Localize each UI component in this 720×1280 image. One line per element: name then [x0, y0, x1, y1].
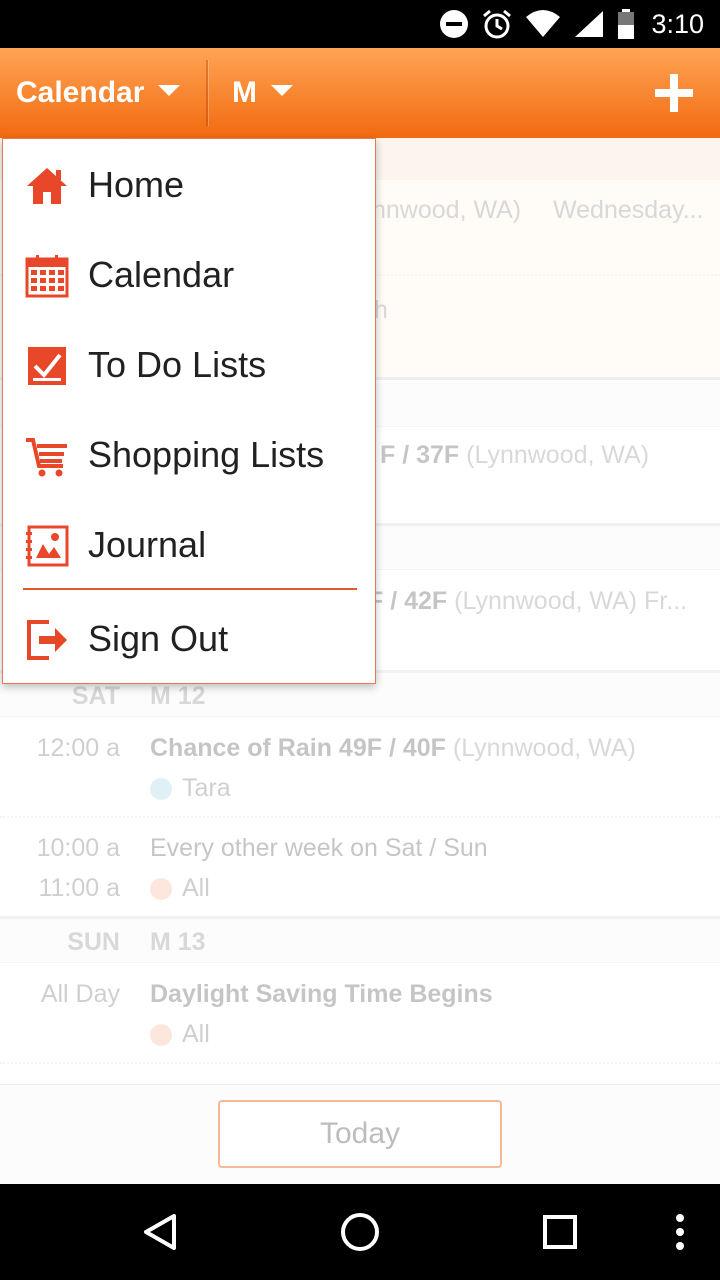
day-name: SUN [67, 928, 120, 956]
navigation-menu: Home Calendar To Do Lists Shopping Lists… [2, 138, 376, 684]
cart-icon [26, 438, 67, 477]
event-separator [0, 1062, 720, 1064]
status-icons: 3:10 [439, 0, 704, 48]
day-header-sun: SUN M 13 [0, 919, 720, 963]
event-start-time: 10:00 a [36, 834, 120, 862]
home-nav-icon[interactable] [336, 1208, 384, 1256]
event-title: h [374, 296, 388, 324]
event-title: F / 42F (Lynnwood, WA) Fr... [368, 587, 688, 615]
alarm-icon [483, 9, 512, 39]
menu-item-label: To Do Lists [88, 344, 267, 385]
home-icon [27, 168, 67, 204]
navigation-bar [0, 1184, 720, 1280]
sign-out-icon [27, 620, 67, 660]
member-selector-dropdown[interactable]: M [232, 48, 293, 138]
view-selector-label: Calendar [16, 76, 145, 109]
checkbox-icon [28, 347, 66, 385]
member-selector-label: M [232, 76, 257, 109]
caret-down-icon [271, 84, 293, 96]
event-title: F / 37F (Lynnwood, WA) [380, 441, 650, 469]
day-date: M 13 [150, 928, 206, 956]
menu-item-sign-out[interactable]: Sign Out [3, 594, 375, 684]
battery-icon [618, 9, 635, 39]
event-title: Wednesday... [553, 196, 704, 224]
menu-item-label: Home [88, 164, 185, 205]
event-location: nnwood, WA) [372, 196, 522, 224]
day-name: SAT [71, 682, 120, 710]
event-person: All [150, 1020, 210, 1049]
event-end-time: 11:00 a [38, 874, 120, 902]
event-row[interactable]: All Day Daylight Saving Time Begins All [0, 964, 720, 1062]
event-title: Chance of Rain 49F / 40F (Lynnwood, WA) [150, 734, 636, 762]
event-row[interactable]: 12:00 a Chance of Rain 49F / 40F (Lynnwo… [0, 718, 720, 816]
day-date: M 12 [150, 682, 206, 710]
status-time: 3:10 [651, 8, 704, 39]
signal-icon [575, 11, 604, 37]
view-selector-dropdown[interactable]: Calendar [16, 48, 181, 138]
wifi-icon [526, 10, 561, 37]
menu-item-shopping-lists[interactable]: Shopping Lists [3, 410, 375, 500]
event-title: Daylight Saving Time Begins [150, 980, 493, 1008]
menu-item-label: Journal [88, 524, 207, 565]
menu-divider [23, 588, 357, 590]
calendar-icon [25, 255, 69, 298]
do-not-disturb-icon [440, 10, 469, 38]
app-bar: Calendar M [0, 48, 720, 138]
bottom-toolbar: Today [0, 1084, 720, 1184]
more-options-icon[interactable] [656, 1208, 704, 1256]
event-person: All [150, 874, 210, 903]
person-color-dot [150, 1023, 172, 1046]
menu-item-journal[interactable]: Journal [3, 500, 375, 590]
event-row[interactable]: 10:00 a 11:00 a Every other week on Sat … [0, 818, 720, 914]
event-person: Tara [150, 774, 231, 803]
journal-icon [26, 525, 69, 567]
menu-item-calendar[interactable]: Calendar [3, 230, 375, 320]
person-color-dot [150, 777, 172, 800]
today-button[interactable]: Today [218, 1100, 502, 1168]
back-icon[interactable] [136, 1208, 184, 1256]
app-bar-divider [206, 60, 208, 126]
menu-item-home[interactable]: Home [3, 140, 375, 230]
person-color-dot [150, 877, 172, 900]
menu-item-label: Shopping Lists [88, 434, 325, 475]
screen: 3:10 Calendar M nnwood, WA) Wednesday...… [0, 0, 720, 1280]
menu-item-label: Sign Out [88, 618, 229, 659]
add-event-button[interactable] [652, 71, 696, 115]
status-bar: 3:10 [0, 0, 720, 48]
menu-item-label: Calendar [88, 254, 235, 295]
recents-icon[interactable] [536, 1208, 584, 1256]
event-time: 12:00 a [36, 734, 120, 762]
caret-down-icon [158, 84, 181, 96]
event-time: All Day [40, 980, 120, 1008]
menu-item-todo-lists[interactable]: To Do Lists [3, 320, 375, 410]
event-title: Every other week on Sat / Sun [150, 834, 488, 862]
